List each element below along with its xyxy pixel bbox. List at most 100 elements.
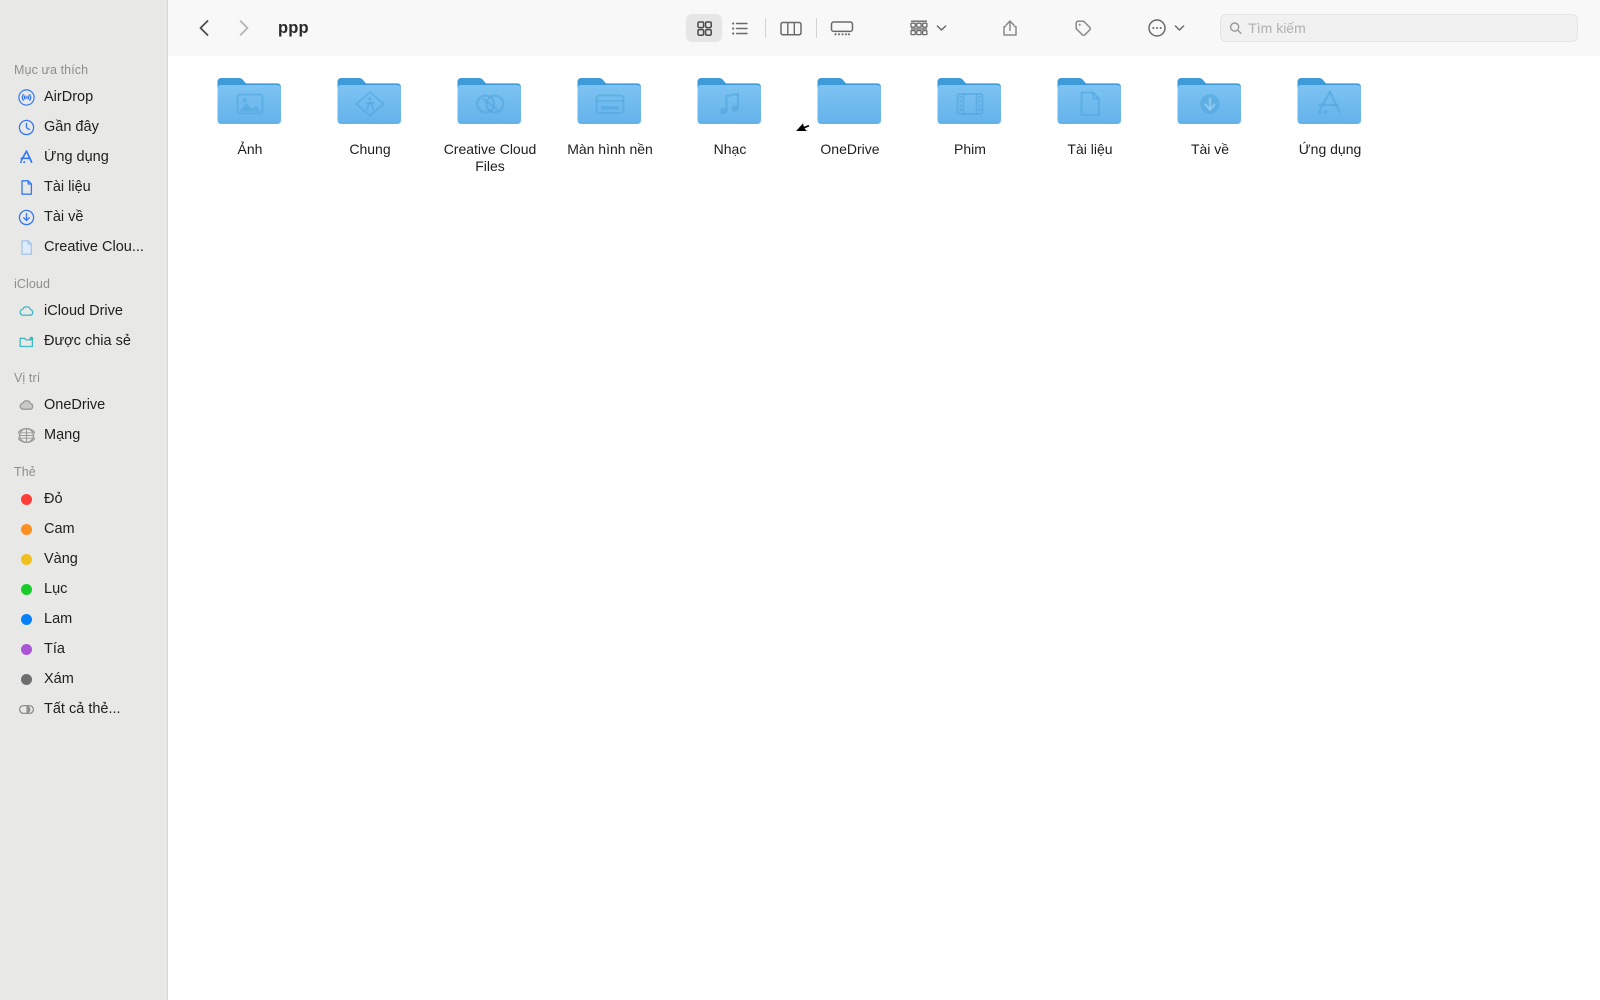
file-label: Tài liệu — [1067, 141, 1113, 157]
cloud-icon — [19, 399, 34, 410]
share-button[interactable] — [996, 14, 1024, 42]
forward-button[interactable] — [230, 13, 258, 43]
shared-folder-icon — [18, 333, 35, 350]
downloads-icon — [18, 209, 35, 226]
group-by-button[interactable] — [904, 14, 952, 42]
creative-cloud-folder-icon-glyph — [473, 89, 507, 119]
sidebar-item-t-a[interactable]: Tía — [0, 634, 167, 664]
tag-dot-icon — [21, 553, 32, 565]
document-page-icon — [18, 239, 35, 256]
music-folder-icon-glyph — [713, 89, 747, 119]
airdrop-icon — [18, 88, 35, 106]
file-item[interactable]: Tài liệu — [1030, 64, 1150, 175]
plain-folder-icon-shape — [817, 78, 881, 124]
file-label: Tài về — [1190, 141, 1230, 157]
sidebar-item-label: Lục — [44, 581, 68, 597]
file-item[interactable]: Ứng dụng — [1270, 64, 1390, 175]
sidebar-item-label: Đỏ — [44, 491, 63, 507]
sidebar-item-onedrive[interactable]: OneDrive — [0, 390, 167, 420]
view-button-icon[interactable] — [686, 14, 722, 42]
gallery-view-icon — [830, 20, 854, 35]
sidebar-item-label: Tài về — [44, 209, 84, 225]
file-item[interactable]: OneDrive — [790, 64, 910, 175]
sidebar-item-lam[interactable]: Lam — [0, 604, 167, 634]
documents-folder-icon — [1054, 72, 1126, 130]
view-button-gallery[interactable] — [824, 14, 860, 42]
all-tags-icon — [18, 704, 35, 714]
grid-view-icon — [696, 20, 712, 36]
sidebar-item-airdrop[interactable]: AirDrop — [0, 82, 167, 112]
search-input[interactable] — [1248, 20, 1569, 36]
chevron-right-icon — [239, 20, 249, 36]
more-actions-button[interactable] — [1142, 14, 1190, 42]
sidebar-item-icloud-drive[interactable]: iCloud Drive — [0, 296, 167, 326]
applications-folder-icon — [1294, 72, 1366, 130]
document-page-icon — [21, 239, 33, 255]
movies-folder-icon-glyph — [953, 89, 987, 119]
group-by-icon — [910, 20, 928, 36]
airdrop-icon — [18, 88, 35, 106]
chevron-down-icon — [1174, 25, 1185, 31]
shared-folder-icon — [19, 336, 34, 347]
documents-folder-icon-glyph — [1073, 89, 1107, 119]
recents-clock-icon — [18, 119, 35, 136]
tag-dot-icon — [21, 673, 32, 685]
tag-dot-icon — [21, 583, 32, 595]
sidebar-item-label: Lam — [44, 611, 73, 627]
file-item[interactable]: Creative Cloud Files — [430, 64, 550, 175]
file-label: Creative Cloud Files — [443, 141, 537, 174]
cloud-icon — [18, 397, 35, 414]
sidebar-item-t-i-v[interactable]: Tài về — [0, 202, 167, 232]
main-area: ppp Tìm kiếm Ảnh Chung Creative Cloud Fi… — [168, 0, 1600, 1000]
sidebar-item-c-chia-s[interactable]: Được chia sẻ — [0, 326, 167, 356]
sidebar-group-title: Mục ưa thích — [14, 63, 89, 77]
file-item[interactable]: Tài về — [1150, 64, 1270, 175]
list-view-icon — [732, 21, 748, 35]
sidebar-item-l-c[interactable]: Lục — [0, 574, 167, 604]
view-button-list[interactable] — [722, 14, 758, 42]
sidebar-group: Vị trí OneDrive Mạng — [0, 366, 167, 450]
file-item[interactable]: Nhạc — [670, 64, 790, 175]
sidebar-item-g-n-y[interactable]: Gần đây — [0, 112, 167, 142]
file-item[interactable]: Chung — [310, 64, 430, 175]
recents-clock-icon — [18, 119, 35, 135]
sidebar-item-x-m[interactable]: Xám — [0, 664, 167, 694]
sidebar-item-label: Creative Clou... — [44, 239, 144, 255]
chevron-down-icon — [936, 25, 947, 31]
sidebar-group: iCloud iCloud Drive Được chia sẻ — [0, 272, 167, 356]
sidebar-item-ng-d-ng[interactable]: Ứng dụng — [0, 142, 167, 172]
sidebar-item-t-t-c-th[interactable]: Tất cả thẻ... — [0, 694, 167, 724]
view-button-column[interactable] — [773, 14, 809, 42]
tag-dot-icon — [18, 641, 35, 658]
applications-folder-icon-glyph — [1313, 89, 1347, 119]
network-globe-icon — [18, 427, 35, 443]
sidebar-item-[interactable]: Đỏ — [0, 484, 167, 514]
search-field[interactable] — [1220, 14, 1578, 42]
desktop-folder-icon-glyph — [593, 89, 627, 119]
toolbar-divider — [765, 18, 766, 38]
back-button[interactable] — [190, 13, 218, 43]
file-label: Ứng dụng — [1298, 141, 1362, 157]
view-switcher — [686, 14, 860, 42]
creative-cloud-folder-icon — [454, 72, 526, 130]
sidebar-item-creative-clou[interactable]: Creative Clou... — [0, 232, 167, 262]
sidebar-item-v-ng[interactable]: Vàng — [0, 544, 167, 574]
sidebar-item-cam[interactable]: Cam — [0, 514, 167, 544]
sidebar-item-t-i-li-u[interactable]: Tài liệu — [0, 172, 167, 202]
sidebar-group: Mục ưa thích AirDrop Gần đây Ứng dụng Tài li… — [0, 58, 167, 262]
file-item[interactable]: Ảnh — [190, 64, 310, 175]
sidebar-item-label: Tía — [44, 641, 65, 657]
file-label: Ảnh — [237, 141, 263, 157]
file-label: Phim — [954, 141, 986, 157]
file-item[interactable]: Phim — [910, 64, 1030, 175]
desktop-folder-icon — [595, 94, 625, 114]
sidebar-group-title: Thẻ — [14, 465, 36, 479]
file-item[interactable]: Màn hình nền — [550, 64, 670, 175]
applications-icon — [20, 149, 33, 163]
documents-folder-icon — [1080, 91, 1100, 117]
icloud-drive-icon — [18, 303, 35, 320]
file-grid: Ảnh Chung Creative Cloud Files Màn hình nền… — [190, 64, 1578, 1000]
tag-button[interactable] — [1068, 14, 1098, 42]
sidebar-item-m-ng[interactable]: Mạng — [0, 420, 167, 450]
toolbar: ppp — [168, 0, 1600, 56]
